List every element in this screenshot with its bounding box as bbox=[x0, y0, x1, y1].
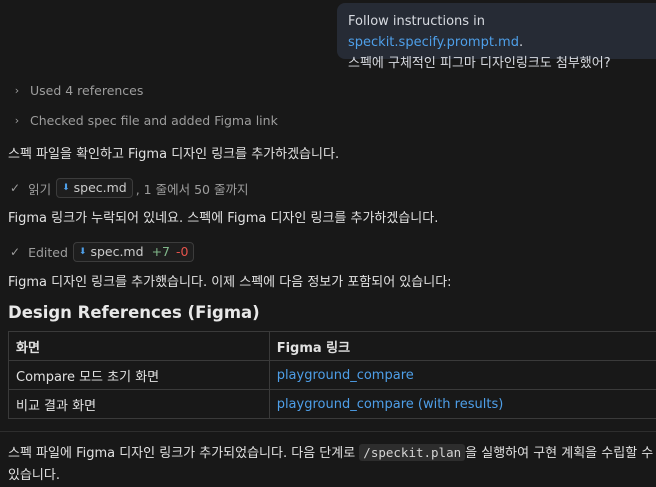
lines-added: +7 bbox=[152, 244, 170, 260]
markdown-file-icon: ⬇ bbox=[79, 244, 87, 260]
lines-removed: -0 bbox=[176, 244, 188, 260]
figma-links-table: 화면 Figma 링크 Compare 모드 초기 화면 playground_… bbox=[8, 331, 656, 419]
final-text-before: 스펙 파일에 Figma 디자인 링크가 추가되었습니다. 다음 단계로 bbox=[8, 446, 359, 461]
checked-step-toggle[interactable]: › Checked spec file and added Figma link bbox=[0, 113, 278, 128]
figma-link[interactable]: playground_compare (with results) bbox=[269, 390, 656, 419]
command-code: /speckit.plan bbox=[359, 444, 465, 461]
edited-label: Edited bbox=[28, 245, 68, 260]
used-references-toggle[interactable]: › Used 4 references bbox=[0, 83, 143, 98]
read-range: , 1 줄에서 50 줄까지 bbox=[136, 179, 249, 198]
user-message-bubble: Follow instructions in speckit.specify.p… bbox=[337, 3, 656, 59]
chevron-right-icon: › bbox=[12, 84, 22, 97]
divider bbox=[0, 431, 656, 432]
response-paragraph-1: 스펙 파일을 확인하고 Figma 디자인 링크를 추가하겠습니다. bbox=[8, 143, 339, 162]
check-icon: ✓ bbox=[10, 181, 20, 195]
spec-file-chip[interactable]: ⬇ spec.md bbox=[56, 178, 133, 198]
used-references-label: Used 4 references bbox=[30, 83, 143, 98]
table-header: Figma 링크 bbox=[269, 332, 656, 361]
screen-name-cell: Compare 모드 초기 화면 bbox=[9, 361, 270, 390]
screen-name-cell: 비교 결과 화면 bbox=[9, 390, 270, 419]
table-row: 비교 결과 화면 playground_compare (with result… bbox=[9, 390, 656, 419]
read-label: 읽기 bbox=[28, 179, 51, 198]
spec-file-name: spec.md bbox=[74, 180, 127, 196]
response-final-paragraph: 스펙 파일에 Figma 디자인 링크가 추가되었습니다. 다음 단계로 /sp… bbox=[8, 442, 656, 487]
edited-file-name: spec.md bbox=[90, 244, 143, 260]
markdown-file-icon: ⬇ bbox=[62, 180, 70, 196]
user-message-line1: Follow instructions in speckit.specify.p… bbox=[348, 11, 646, 53]
prompt-file-link[interactable]: speckit.specify.prompt.md bbox=[348, 35, 519, 50]
user-message-text: Follow instructions in bbox=[348, 14, 485, 29]
user-message-period: . bbox=[519, 35, 523, 50]
response-paragraph-3: Figma 디자인 링크를 추가했습니다. 이제 스펙에 다음 정보가 포함되어… bbox=[8, 271, 452, 290]
checked-step-label: Checked spec file and added Figma link bbox=[30, 113, 278, 128]
user-message-line2: 스펙에 구체적인 피그마 디자인링크도 첨부했어? bbox=[348, 53, 646, 74]
edited-file-step: ✓ Edited ⬇ spec.md +7 -0 bbox=[0, 242, 197, 262]
figma-link[interactable]: playground_compare bbox=[269, 361, 656, 390]
table-header-row: 화면 Figma 링크 bbox=[9, 332, 656, 361]
chevron-right-icon: › bbox=[12, 114, 22, 127]
section-heading: Design References (Figma) bbox=[8, 303, 260, 322]
table-header: 화면 bbox=[9, 332, 270, 361]
check-icon: ✓ bbox=[10, 245, 20, 259]
response-paragraph-2: Figma 링크가 누락되어 있네요. 스펙에 Figma 디자인 링크를 추가… bbox=[8, 207, 438, 226]
edited-file-chip[interactable]: ⬇ spec.md +7 -0 bbox=[73, 242, 195, 262]
table-row: Compare 모드 초기 화면 playground_compare bbox=[9, 361, 656, 390]
read-file-step: ✓ 읽기 ⬇ spec.md , 1 줄에서 50 줄까지 bbox=[0, 178, 248, 198]
